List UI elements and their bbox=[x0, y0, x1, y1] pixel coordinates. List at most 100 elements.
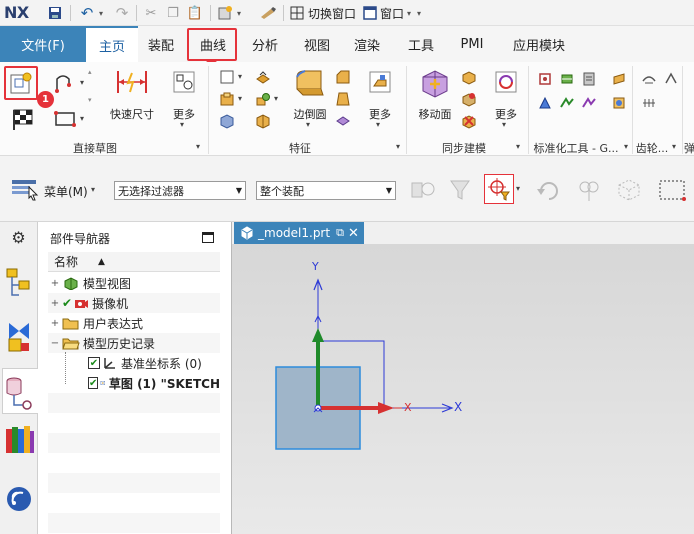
chamfer-icon[interactable] bbox=[334, 68, 352, 86]
expand-icon[interactable]: + bbox=[50, 298, 60, 309]
edge-blend-dropdown-icon[interactable]: ▾ bbox=[306, 120, 310, 129]
switch-window-icon[interactable] bbox=[289, 4, 305, 22]
command-finder-icon[interactable] bbox=[216, 4, 234, 22]
switch-window-button[interactable]: 切换窗口 bbox=[308, 5, 356, 22]
unite-icon[interactable] bbox=[254, 90, 272, 108]
tab-assembly[interactable]: 装配 bbox=[138, 26, 184, 62]
tab-tools[interactable]: 工具 bbox=[398, 26, 444, 62]
rectangle-icon[interactable] bbox=[52, 108, 78, 130]
move-face-button[interactable]: 移动面 bbox=[414, 106, 456, 122]
trim-body-icon[interactable] bbox=[334, 112, 352, 130]
visibility-checkbox[interactable]: ✔ bbox=[88, 357, 100, 369]
group-sync-more-icon[interactable]: ▾ bbox=[516, 142, 520, 151]
name-column-header[interactable]: 名称 ▲ bbox=[48, 252, 220, 272]
tab-view[interactable]: 视图 bbox=[294, 26, 340, 62]
constraint-navigator-icon[interactable] bbox=[4, 318, 34, 354]
copy-icon[interactable]: ❐ bbox=[164, 4, 182, 22]
pull-face-icon[interactable] bbox=[460, 68, 478, 86]
gear-tool-icon-2[interactable] bbox=[610, 94, 628, 112]
profile-dropdown-icon[interactable]: ▾ bbox=[80, 78, 84, 87]
general-selection-icon[interactable] bbox=[408, 176, 438, 204]
gallery-down-icon[interactable]: ▾ bbox=[88, 96, 92, 104]
quick-dimension-button[interactable]: 快速尺寸 bbox=[106, 106, 158, 122]
maximize-panel-icon[interactable] bbox=[202, 232, 214, 243]
tab-home[interactable]: 主页 bbox=[86, 26, 138, 62]
expand-icon[interactable]: + bbox=[50, 278, 60, 289]
window-menu-button[interactable]: 窗口 bbox=[380, 5, 404, 22]
group-feature-more-icon[interactable]: ▾ bbox=[396, 142, 400, 151]
offset-region-icon[interactable] bbox=[460, 90, 478, 108]
collapse-icon[interactable]: − bbox=[50, 338, 60, 349]
gear-icon-3[interactable] bbox=[662, 70, 680, 88]
std-part-icon-1[interactable] bbox=[536, 70, 554, 88]
tree-row-model-views[interactable]: + 模型视图 bbox=[48, 273, 220, 293]
std-part-icon-5[interactable] bbox=[558, 94, 576, 112]
std-part-icon-2[interactable] bbox=[558, 70, 576, 88]
menu-button[interactable]: 菜单(M) bbox=[44, 183, 88, 200]
sketch-section-icon[interactable] bbox=[218, 68, 236, 86]
quick-dimension-icon[interactable] bbox=[112, 66, 152, 98]
more-sync-dropdown-icon[interactable]: ▾ bbox=[502, 120, 506, 129]
more-feature-dropdown-icon[interactable]: ▾ bbox=[376, 120, 380, 129]
doc-tab-model1[interactable]: _model1.prt ⧉ ✕ bbox=[234, 222, 364, 244]
sketch-section-dropdown-icon[interactable]: ▾ bbox=[238, 72, 242, 81]
undo-icon[interactable]: ↶ bbox=[78, 4, 96, 22]
cut-icon[interactable]: ✂ bbox=[142, 4, 160, 22]
draft-icon[interactable] bbox=[334, 90, 352, 108]
expand-icon[interactable]: + bbox=[50, 318, 60, 329]
file-menu-tab[interactable]: 文件(F) bbox=[0, 26, 86, 62]
redo-icon[interactable]: ↷ bbox=[113, 4, 131, 22]
tree-row-datum-csys[interactable]: ✔ 基准坐标系 (0) bbox=[48, 353, 220, 373]
type-filter-select[interactable]: 无选择过滤器 ▼ bbox=[114, 181, 246, 200]
undo-dropdown-icon[interactable]: ▾ bbox=[96, 4, 106, 22]
rectangle-dropdown-icon[interactable]: ▾ bbox=[80, 114, 84, 123]
edge-blend-icon[interactable] bbox=[292, 66, 326, 100]
datum-icon[interactable] bbox=[254, 68, 272, 86]
web-browser-icon[interactable] bbox=[4, 482, 34, 516]
menu-dropdown-icon[interactable]: ▾ bbox=[91, 185, 95, 194]
shell-icon[interactable] bbox=[254, 112, 272, 130]
tab-pmi[interactable]: PMI bbox=[450, 26, 494, 62]
close-tab-icon[interactable]: ✕ bbox=[348, 226, 359, 241]
more-sync-icon[interactable] bbox=[492, 68, 520, 96]
tree-row-model-history[interactable]: − 模型历史记录 bbox=[48, 333, 220, 353]
gear-icon-2[interactable] bbox=[640, 94, 658, 112]
assembly-navigator-icon[interactable] bbox=[4, 266, 34, 302]
hole-icon[interactable] bbox=[218, 112, 236, 130]
command-dropdown-icon[interactable]: ▾ bbox=[234, 4, 244, 22]
window-dropdown-icon[interactable]: ▾ bbox=[404, 4, 414, 22]
group-direct-sketch-more-icon[interactable]: ▾ bbox=[196, 142, 200, 151]
gear-icon-1[interactable] bbox=[640, 70, 658, 88]
reuse-library-icon[interactable] bbox=[4, 422, 36, 458]
group-standard-more-icon[interactable]: ▾ bbox=[624, 142, 628, 151]
snap-point-dropdown-icon[interactable]: ▾ bbox=[516, 184, 520, 193]
extrude-icon[interactable] bbox=[218, 90, 236, 108]
view-cube-icon[interactable] bbox=[614, 176, 644, 204]
visibility-checkbox[interactable]: ✔ bbox=[88, 377, 99, 389]
float-window-icon[interactable]: ⧉ bbox=[336, 226, 344, 240]
tab-render[interactable]: 渲染 bbox=[344, 26, 390, 62]
graphics-viewport[interactable]: Y X X bbox=[232, 244, 694, 534]
tab-application[interactable]: 应用模块 bbox=[502, 26, 576, 62]
settings-gear-icon[interactable]: ⚙ bbox=[0, 222, 37, 252]
unite-dropdown-icon[interactable]: ▾ bbox=[274, 94, 278, 103]
save-icon[interactable] bbox=[46, 4, 64, 22]
rectangle-select-icon[interactable] bbox=[656, 176, 688, 204]
std-part-icon-3[interactable] bbox=[580, 70, 598, 88]
quick-pick-icon[interactable] bbox=[574, 176, 604, 204]
gear-tool-icon-1[interactable] bbox=[610, 70, 628, 88]
tab-analysis[interactable]: 分析 bbox=[242, 26, 288, 62]
tree-row-camera[interactable]: + ✔ 摄像机 bbox=[48, 293, 220, 313]
repeat-command-icon[interactable] bbox=[258, 4, 278, 22]
profile-icon[interactable] bbox=[52, 70, 78, 96]
customize-qa-icon[interactable]: ▾ bbox=[414, 4, 424, 22]
more-sketch-dropdown-icon[interactable]: ▾ bbox=[180, 120, 184, 129]
paste-icon[interactable]: 📋 bbox=[186, 4, 204, 22]
delete-face-icon[interactable] bbox=[460, 112, 478, 130]
snap-point-filter-icon[interactable] bbox=[484, 174, 514, 204]
tree-row-sketch[interactable]: ✔ 草图 (1) "SKETCH bbox=[48, 373, 220, 393]
group-gear-more-icon[interactable]: ▾ bbox=[672, 142, 676, 151]
std-part-icon-4[interactable] bbox=[536, 94, 554, 112]
selection-scope-select[interactable]: 整个装配 ▼ bbox=[256, 181, 396, 200]
move-face-icon[interactable] bbox=[418, 66, 452, 100]
